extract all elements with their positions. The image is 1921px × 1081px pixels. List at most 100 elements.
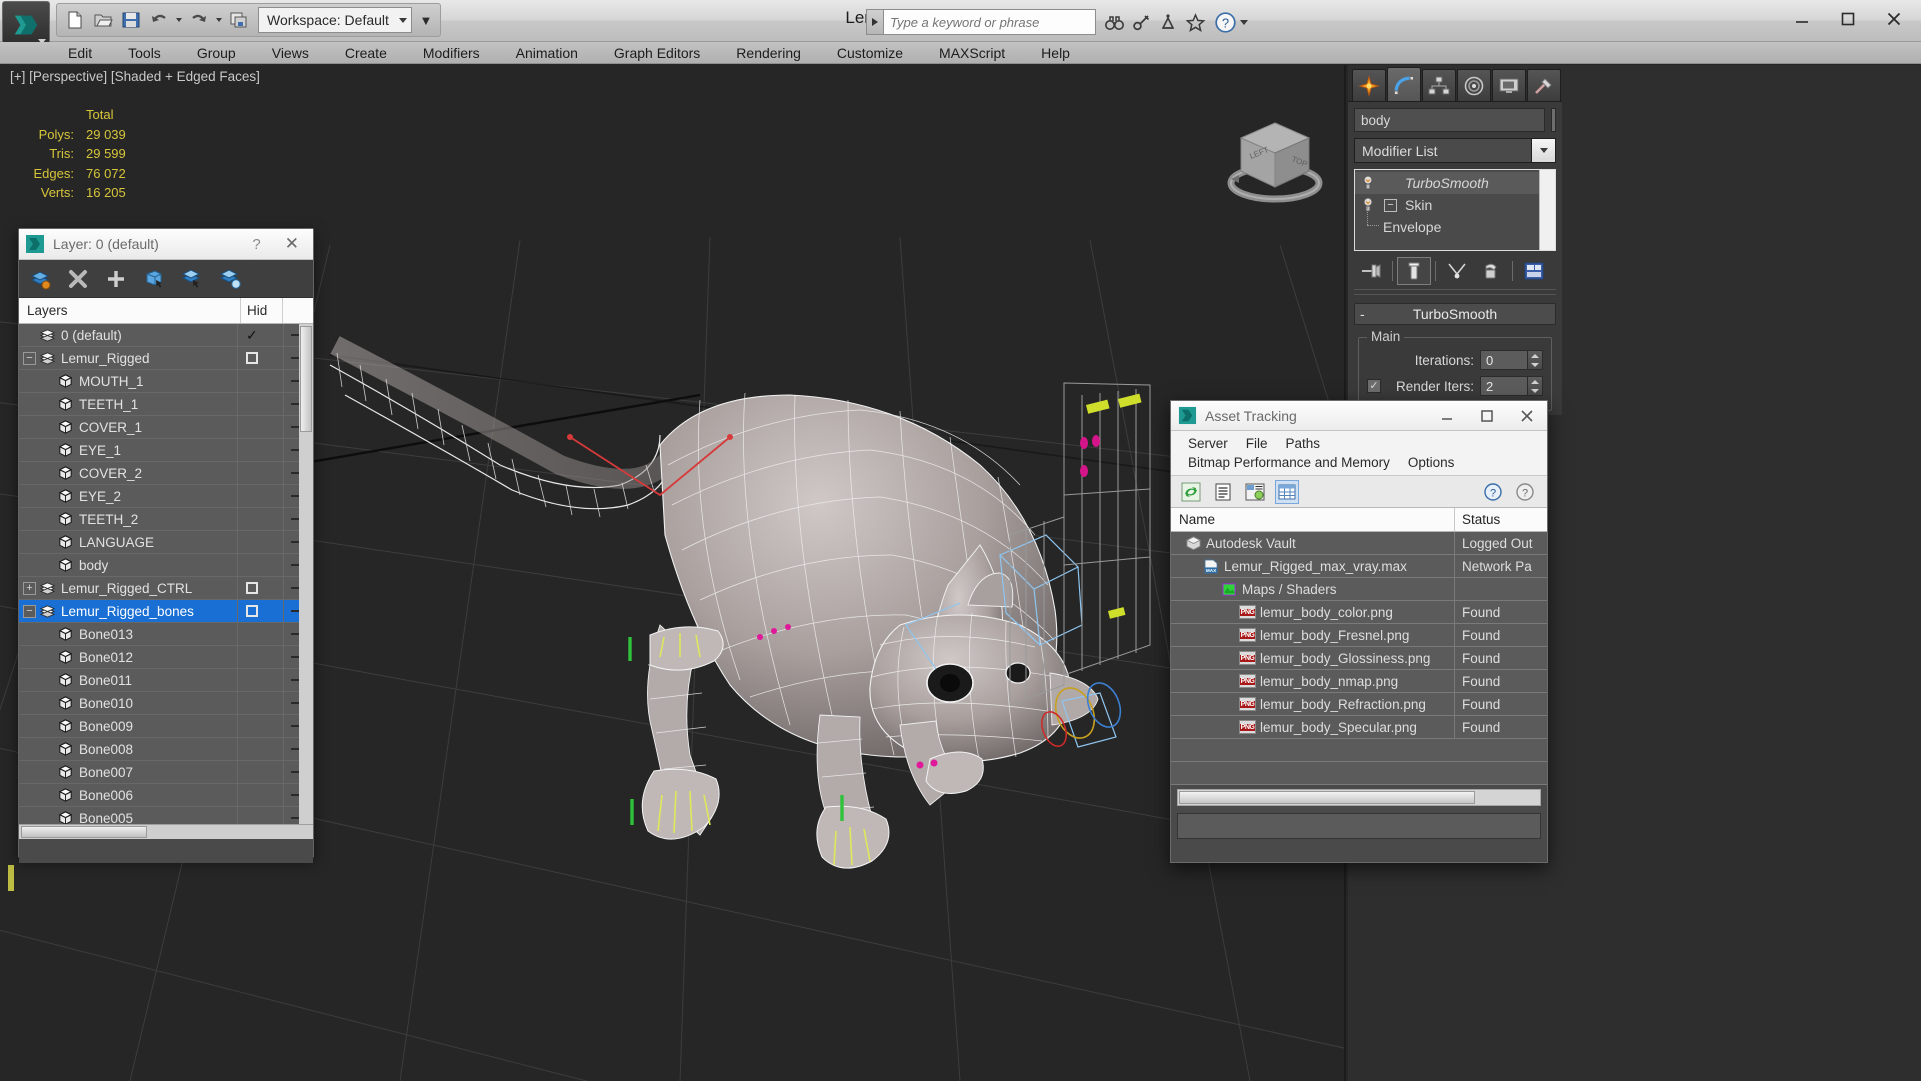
make-unique-icon[interactable] xyxy=(1440,257,1474,285)
set-current-layer-icon[interactable] xyxy=(217,266,243,292)
asset-row[interactable]: PNG lemur_body_nmap.png Found xyxy=(1171,670,1547,693)
tab-utilities[interactable] xyxy=(1527,69,1561,101)
menu-group[interactable]: Group xyxy=(179,43,254,63)
show-end-result-icon[interactable] xyxy=(1397,256,1431,285)
tab-hierarchy[interactable] xyxy=(1422,69,1456,101)
menu-rendering[interactable]: Rendering xyxy=(718,43,819,63)
param-value[interactable]: 0 xyxy=(1480,350,1528,370)
menu-modifiers[interactable]: Modifiers xyxy=(405,43,498,63)
layer-row[interactable]: Bone013 xyxy=(19,623,313,646)
new-file-icon[interactable] xyxy=(62,7,88,33)
spinner-arrows-icon[interactable] xyxy=(1528,376,1543,396)
modifier-list-dropdown[interactable]: Modifier List xyxy=(1354,138,1556,163)
view-cube[interactable]: TOP LEFT xyxy=(1215,105,1335,215)
layer-list[interactable]: 0 (default) ✓ − Lemur_Rigged MOUTH_1 TEETH_1 C… xyxy=(19,324,313,824)
layer-hide-toggle[interactable] xyxy=(237,393,283,415)
rollout-header[interactable]: - TurboSmooth xyxy=(1354,303,1556,325)
layer-list-scrollbar[interactable] xyxy=(299,324,313,824)
asset-row[interactable]: Maps / Shaders xyxy=(1171,578,1547,601)
layer-row[interactable]: − Lemur_Rigged_bones xyxy=(19,600,313,623)
asset-list[interactable]: Name Status Autodesk Vault Logged Out MAX L… xyxy=(1171,508,1547,785)
layer-dialog-help-button[interactable]: ? xyxy=(236,236,276,253)
collapse-icon[interactable]: − xyxy=(23,351,36,365)
param-spinner[interactable]: 2 xyxy=(1480,376,1543,396)
layer-hide-toggle[interactable]: ✓ xyxy=(237,324,283,346)
asset-tracking-dialog[interactable]: Asset Tracking Server File Paths Bitmap Pe… xyxy=(1170,400,1548,863)
layer-col-name[interactable]: Layers xyxy=(19,298,241,323)
layer-row[interactable]: Bone007 xyxy=(19,761,313,784)
layer-row[interactable]: + Lemur_Rigged_CTRL xyxy=(19,577,313,600)
chevron-down-icon[interactable] xyxy=(1531,139,1555,162)
close-button[interactable] xyxy=(1871,4,1917,34)
layer-hide-toggle[interactable] xyxy=(237,416,283,438)
expand-icon[interactable]: + xyxy=(23,581,36,595)
remove-modifier-icon[interactable] xyxy=(1474,257,1508,285)
layer-hide-toggle[interactable] xyxy=(237,692,283,714)
create-new-layer-icon[interactable] xyxy=(27,266,53,292)
asset-row[interactable]: PNG lemur_body_color.png Found xyxy=(1171,601,1547,624)
collapse-icon[interactable]: − xyxy=(23,604,36,618)
layer-hscroll-thumb[interactable] xyxy=(21,826,147,838)
menu-maxscript[interactable]: MAXScript xyxy=(921,43,1023,63)
add-selection-to-layer-icon[interactable] xyxy=(103,266,129,292)
key-icon[interactable] xyxy=(1129,10,1153,34)
layer-hide-toggle[interactable] xyxy=(237,761,283,783)
modifier-stack-row[interactable]: Envelope xyxy=(1355,207,1539,238)
param-spinner[interactable]: 0 xyxy=(1480,350,1543,370)
favorites-star-icon[interactable] xyxy=(1183,10,1207,34)
pin-stack-icon[interactable] xyxy=(1354,257,1388,285)
layer-hide-toggle[interactable] xyxy=(237,462,283,484)
list-view-icon[interactable] xyxy=(1211,480,1235,504)
asset-row[interactable]: PNG lemur_body_Refraction.png Found xyxy=(1171,693,1547,716)
delete-layer-icon[interactable] xyxy=(65,266,91,292)
menu-customize[interactable]: Customize xyxy=(819,43,921,63)
menu-edit[interactable]: Edit xyxy=(50,43,110,63)
binoculars-icon[interactable] xyxy=(1102,10,1126,34)
modifier-enable-bulb-icon[interactable] xyxy=(1361,197,1384,213)
layer-row[interactable]: 0 (default) ✓ xyxy=(19,324,313,347)
tab-modify[interactable] xyxy=(1387,67,1421,101)
at-menu-bitmap-performance-and-memory[interactable]: Bitmap Performance and Memory xyxy=(1179,453,1399,472)
modifier-stack-row[interactable]: − Skin xyxy=(1355,194,1539,216)
highlight-selected-objects-layers-icon[interactable] xyxy=(179,266,205,292)
menu-animation[interactable]: Animation xyxy=(498,43,596,63)
tab-create[interactable] xyxy=(1352,69,1386,101)
at-menu-file[interactable]: File xyxy=(1237,434,1277,453)
menu-views[interactable]: Views xyxy=(254,43,327,63)
at-close-button[interactable] xyxy=(1507,401,1547,431)
layer-row[interactable]: Bone009 xyxy=(19,715,313,738)
layer-row[interactable]: − Lemur_Rigged xyxy=(19,347,313,370)
tab-motion[interactable] xyxy=(1457,69,1491,101)
layer-row[interactable]: Bone006 xyxy=(19,784,313,807)
workspace-overflow-button[interactable]: ▼ xyxy=(417,7,435,33)
help-gray-icon[interactable]: ? xyxy=(1513,480,1537,504)
select-objects-in-layer-icon[interactable] xyxy=(141,266,167,292)
asset-row[interactable]: PNG lemur_body_Glossiness.png Found xyxy=(1171,647,1547,670)
layer-hide-toggle[interactable] xyxy=(237,347,283,369)
layer-dialog-close-button[interactable]: ✕ xyxy=(277,234,307,254)
help-button[interactable]: ? xyxy=(1213,10,1248,34)
layer-hide-toggle[interactable] xyxy=(237,577,283,599)
redo-caret-icon[interactable] xyxy=(214,7,224,33)
workspace-selector[interactable]: Workspace: Default xyxy=(258,7,412,33)
layer-row[interactable]: TEETH_2 xyxy=(19,508,313,531)
layer-row[interactable]: Bone012 xyxy=(19,646,313,669)
refresh-icon[interactable] xyxy=(1179,480,1203,504)
project-folder-icon[interactable] xyxy=(226,7,252,33)
modifier-enable-bulb-icon[interactable] xyxy=(1361,175,1384,191)
satellite-icon[interactable] xyxy=(1156,10,1180,34)
undo-icon[interactable] xyxy=(146,7,172,33)
at-menu-options[interactable]: Options xyxy=(1399,453,1464,472)
asset-row[interactable]: PNG lemur_body_Fresnel.png Found xyxy=(1171,624,1547,647)
layer-dialog-titlebar[interactable]: Layer: 0 (default) ? ✕ xyxy=(19,229,313,260)
redo-icon[interactable] xyxy=(186,7,212,33)
at-menu-paths[interactable]: Paths xyxy=(1277,434,1330,453)
menu-tools[interactable]: Tools xyxy=(110,43,179,63)
layer-hide-toggle[interactable] xyxy=(237,715,283,737)
menu-graph-editors[interactable]: Graph Editors xyxy=(596,43,718,63)
asset-hscroll-thumb[interactable] xyxy=(1179,791,1475,804)
layer-hide-toggle[interactable] xyxy=(237,807,283,824)
layer-hide-toggle[interactable] xyxy=(237,623,283,645)
modifier-stack-scrollbar[interactable] xyxy=(1539,170,1555,250)
layer-row[interactable]: EYE_2 xyxy=(19,485,313,508)
